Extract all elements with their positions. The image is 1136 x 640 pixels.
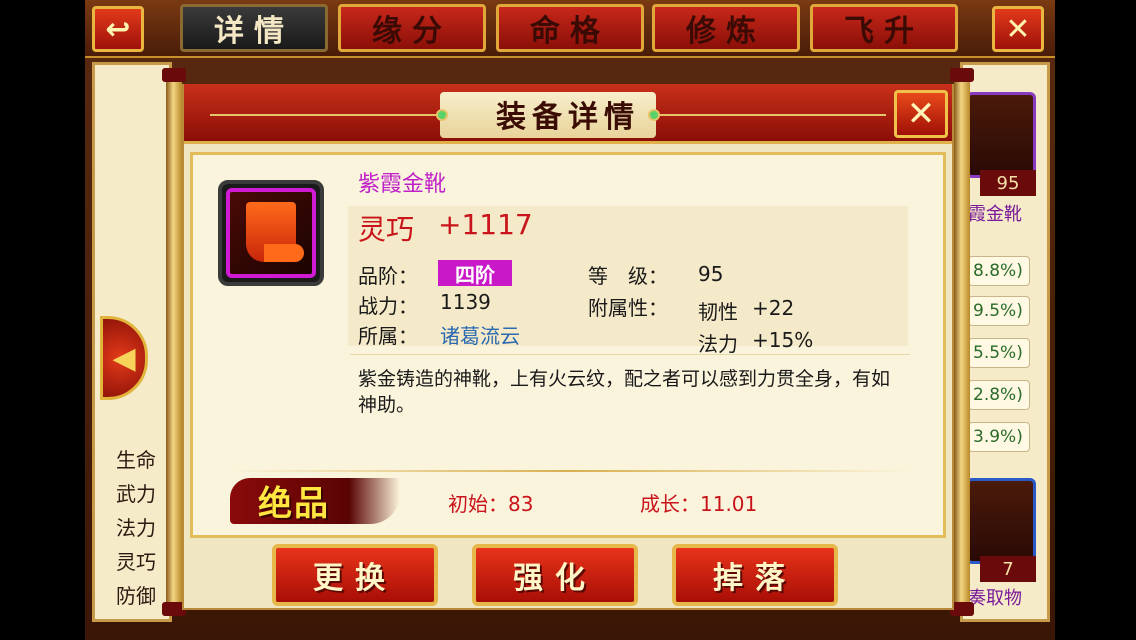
dialog-title: 装备详情 bbox=[496, 100, 640, 135]
section-divider bbox=[350, 354, 910, 355]
owner-label: 所属： bbox=[358, 324, 418, 348]
bg-percent: 2.8%) bbox=[968, 380, 1030, 410]
grade-badge: 四阶 bbox=[438, 260, 512, 287]
rod-cap bbox=[162, 68, 186, 82]
sub-attr-name: 韧性 bbox=[698, 300, 738, 324]
back-arrow-icon: ↩ bbox=[105, 11, 131, 47]
equip-level: 7 bbox=[980, 556, 1036, 582]
quality-label: 绝品 bbox=[258, 484, 330, 524]
tab-fate[interactable]: 缘分 bbox=[338, 4, 486, 52]
close-x-icon: ✕ bbox=[906, 94, 936, 134]
rod-cap bbox=[950, 68, 974, 82]
close-x-icon: ✕ bbox=[1005, 11, 1031, 47]
bg-percent: 3.9%) bbox=[968, 422, 1030, 452]
tab-label: 缘分 bbox=[372, 14, 452, 49]
boots-icon bbox=[226, 188, 316, 278]
item-icon-frame bbox=[218, 180, 324, 286]
button-label: 掉落 bbox=[713, 561, 797, 596]
tab-destiny[interactable]: 命格 bbox=[496, 4, 644, 52]
button-label: 强化 bbox=[513, 561, 597, 596]
bg-stat-label: 法力 bbox=[116, 516, 156, 540]
bg-stat-label: 防御 bbox=[116, 584, 156, 608]
bg-stat-label: 生命 bbox=[116, 448, 156, 472]
tab-label: 飞升 bbox=[844, 14, 924, 49]
item-name: 紫霞金靴 bbox=[358, 172, 447, 197]
scroll-rod-right bbox=[954, 74, 970, 610]
sub-attr-value: +15% bbox=[752, 328, 814, 352]
equip-name: 奏取物 bbox=[968, 588, 1022, 609]
drop-button[interactable]: 掉落 bbox=[672, 544, 838, 606]
sub-attr-value: +22 bbox=[752, 296, 795, 320]
item-description: 紫金铸造的神靴，上有火云纹，配之者可以感到力贯全身，有如神助。 bbox=[358, 368, 891, 416]
grade-label: 品阶： bbox=[358, 264, 418, 288]
equip-slot-treasure[interactable] bbox=[966, 478, 1036, 564]
tab-label: 命格 bbox=[530, 14, 610, 49]
level-label: 等 级： bbox=[588, 264, 668, 288]
tab-ascend[interactable]: 飞升 bbox=[810, 4, 958, 52]
top-close-button[interactable]: ✕ bbox=[992, 6, 1044, 52]
equip-name: 霞金靴 bbox=[968, 204, 1022, 225]
triangle-left-icon: ◀ bbox=[112, 340, 136, 376]
bg-percent: 8.8%) bbox=[968, 256, 1030, 286]
growth-stat: 成长：11.01 bbox=[640, 492, 758, 516]
dialog-close-button[interactable]: ✕ bbox=[894, 90, 948, 138]
replace-button[interactable]: 更换 bbox=[272, 544, 438, 606]
bg-percent: 9.5%) bbox=[968, 296, 1030, 326]
equip-level: 95 bbox=[980, 170, 1036, 196]
boot-toe-shape bbox=[264, 244, 304, 262]
bg-stat-label: 灵巧 bbox=[116, 550, 156, 574]
quality-divider bbox=[230, 470, 910, 472]
button-label: 更换 bbox=[313, 561, 397, 596]
level-value: 95 bbox=[698, 262, 724, 286]
main-attr-value: +1117 bbox=[438, 208, 533, 241]
strengthen-button[interactable]: 强化 bbox=[472, 544, 638, 606]
scroll-rod-left bbox=[166, 74, 182, 610]
sub-attr-name: 法力 bbox=[698, 332, 738, 356]
tab-details[interactable]: 详情 bbox=[180, 4, 328, 52]
bg-percent: 5.5%) bbox=[968, 338, 1030, 368]
tab-label: 修炼 bbox=[686, 14, 766, 49]
tab-cultivate[interactable]: 修炼 bbox=[652, 4, 800, 52]
bg-stat-label: 武力 bbox=[116, 482, 156, 506]
main-attr-label: 灵巧 bbox=[358, 213, 415, 246]
power-label: 战力： bbox=[358, 294, 418, 318]
sub-attr-label: 附属性： bbox=[588, 296, 668, 320]
initial-stat: 初始：83 bbox=[448, 492, 534, 516]
power-value: 1139 bbox=[440, 290, 491, 314]
back-button[interactable]: ↩ bbox=[92, 6, 144, 52]
owner-value: 诸葛流云 bbox=[440, 324, 520, 348]
tab-label: 详情 bbox=[214, 14, 294, 49]
